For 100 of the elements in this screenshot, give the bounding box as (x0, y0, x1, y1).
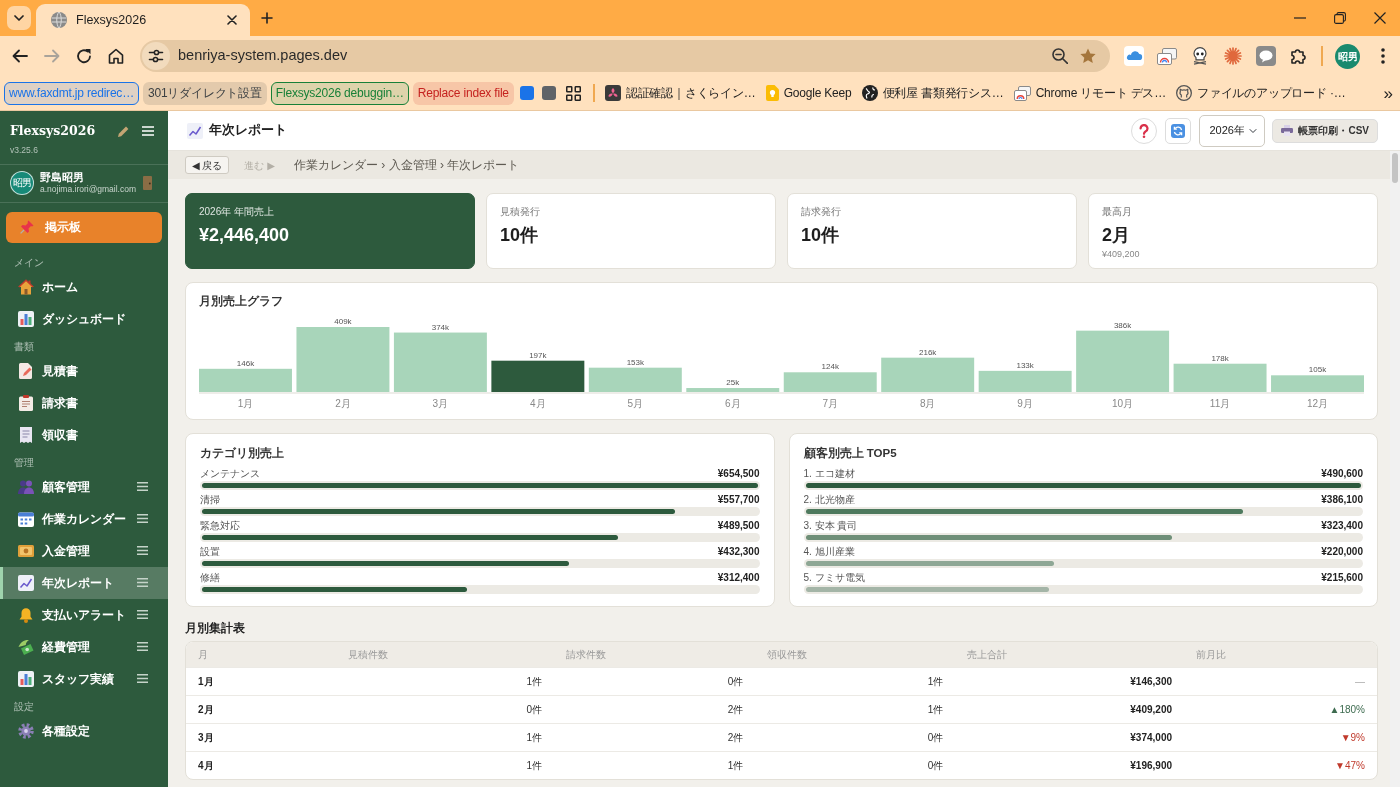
item-amount: ¥490,600 (1321, 467, 1363, 480)
bookmark-link[interactable]: ファイルのアップロード ·… (1173, 80, 1349, 106)
nav-item[interactable]: 見積書 (0, 354, 168, 387)
user-avatar: 昭男 (10, 170, 34, 195)
puzzle-icon (1289, 47, 1308, 65)
bar-chart-icon (18, 310, 34, 327)
pencil-icon[interactable] (118, 125, 129, 137)
refresh-button[interactable] (1165, 117, 1192, 144)
tab-group-chip[interactable]: Replace index file (412, 81, 514, 105)
month-label: 2月 (335, 398, 351, 409)
column-header: 売上合計 (955, 642, 1184, 667)
document-pencil-icon (19, 362, 33, 379)
value-label: 197k (529, 350, 547, 360)
month-label: 12月 (1306, 398, 1329, 409)
nav-item[interactable]: スタッフ実績 (0, 662, 168, 695)
item-amount: ¥557,700 (717, 493, 760, 506)
item-amount: ¥654,500 (717, 467, 760, 480)
house-icon (18, 278, 34, 295)
nav-section-title: 設定 (13, 699, 35, 714)
scrollbar-track[interactable] (1390, 151, 1400, 787)
nav-item[interactable]: 各種設定 (0, 714, 168, 747)
help-icon (1139, 123, 1150, 138)
export-button[interactable]: 帳票印刷・CSV (1272, 118, 1378, 143)
cat-icon (1176, 85, 1192, 101)
scrollbar-thumb[interactable] (1392, 153, 1398, 183)
nav-item[interactable]: 作業カレンダー (0, 502, 168, 535)
column-header: 請求件数 (554, 642, 756, 667)
year-select[interactable]: 2026年 (1199, 114, 1266, 147)
item-name: 4. 旭川産業 (803, 545, 855, 558)
value-label: 216k (919, 347, 937, 357)
help-button[interactable] (1131, 117, 1158, 144)
nav-item[interactable]: 年次レポート (0, 566, 168, 599)
back-button[interactable]: ◀ 戻る (185, 156, 230, 174)
tab-group-chip[interactable]: 301リダイレクト設置 (143, 81, 267, 105)
nav-item[interactable]: 請求書 (0, 386, 168, 419)
cloud-icon (1123, 46, 1144, 66)
profile-avatar[interactable]: 昭男 (1335, 43, 1360, 69)
bookmark-link[interactable]: Google Keep (762, 80, 855, 106)
nav-item[interactable]: 経費管理 (0, 630, 168, 663)
kpi-label: 請求発行 (801, 206, 842, 218)
menu-icon[interactable] (142, 126, 154, 137)
sparkle-icon (1223, 47, 1242, 65)
value-label: 146k (236, 358, 255, 368)
nav-item[interactable]: 領収書 (0, 418, 168, 451)
nav-item[interactable]: ホーム (0, 270, 168, 303)
drag-handle-icon[interactable] (137, 546, 148, 555)
table-cell: ▲180% (1184, 695, 1377, 723)
tab-search-button[interactable] (7, 6, 31, 30)
user-name: 野島昭男 (40, 170, 85, 184)
table-cell: 1件 (755, 667, 956, 695)
restore-icon (1334, 12, 1346, 24)
chart-title: 月別売上グラフ (199, 294, 284, 309)
drag-handle-icon[interactable] (137, 578, 148, 587)
value-label: 133k (1016, 360, 1034, 370)
section-title: 月別集計表 (185, 621, 246, 635)
table-cell: 2件 (554, 723, 756, 751)
table-cell: 2月 (186, 695, 337, 723)
kpi-value: 2月 (1102, 224, 1131, 246)
drag-handle-icon[interactable] (137, 482, 148, 491)
bookmark-link[interactable]: 便利屋 書類発行シス… (858, 80, 1007, 106)
table-cell: ¥374,000 (955, 723, 1184, 751)
swatch-icon[interactable] (541, 86, 556, 100)
bookmark-link[interactable]: 認証確認｜さくらイン… (601, 80, 759, 106)
arrow-left-icon (12, 49, 28, 63)
swatch-icon[interactable] (519, 86, 534, 100)
grid-icon (566, 85, 582, 101)
drag-handle-icon[interactable] (137, 610, 148, 619)
skull-icon (1191, 47, 1208, 65)
gear-icon (18, 722, 34, 739)
table-cell: — (1184, 667, 1377, 695)
page-title: 年次レポート (209, 122, 287, 140)
table-cell: 4月 (186, 751, 337, 779)
nav-item[interactable]: 顧客管理 (0, 470, 168, 503)
nav-item[interactable]: 入金管理 (0, 534, 168, 567)
kpi-note: ¥409,200 (1102, 248, 1141, 261)
drag-handle-icon[interactable] (137, 642, 148, 651)
address-bar[interactable]: benriya-system.pages.dev (140, 40, 1110, 72)
reload-icon (76, 48, 92, 64)
month-label: 10月 (1112, 398, 1134, 409)
nav-item[interactable]: 支払いアラート (0, 598, 168, 631)
breadcrumb-trail: 作業カレンダー › 入金管理 › 年次レポート (293, 157, 520, 174)
panel-title: 顧客別売上 TOP5 (803, 446, 898, 461)
drag-handle-icon[interactable] (137, 674, 148, 683)
table-cell: 1件 (336, 667, 554, 695)
item-name: 2. 北光物産 (803, 493, 855, 506)
nav-item[interactable]: ダッシュボード (0, 302, 168, 335)
kpi-value: 10件 (801, 224, 841, 246)
item-name: 緊急対応 (200, 519, 240, 532)
drag-handle-icon[interactable] (137, 514, 148, 523)
minimize-icon (1294, 17, 1306, 19)
item-amount: ¥312,400 (717, 571, 760, 584)
column-header: 領収件数 (755, 642, 956, 667)
item-name: 清掃 (200, 493, 220, 506)
site-settings-icon[interactable] (142, 42, 170, 70)
overflow-button[interactable]: » (1378, 84, 1398, 102)
bookmark-link[interactable]: Chrome リモート デス… (1010, 80, 1169, 106)
item-amount: ¥489,500 (717, 519, 760, 532)
windows-icon (1013, 85, 1031, 101)
browser-tab[interactable]: Flexsys2026 (36, 4, 250, 36)
banknote-icon (18, 544, 34, 557)
